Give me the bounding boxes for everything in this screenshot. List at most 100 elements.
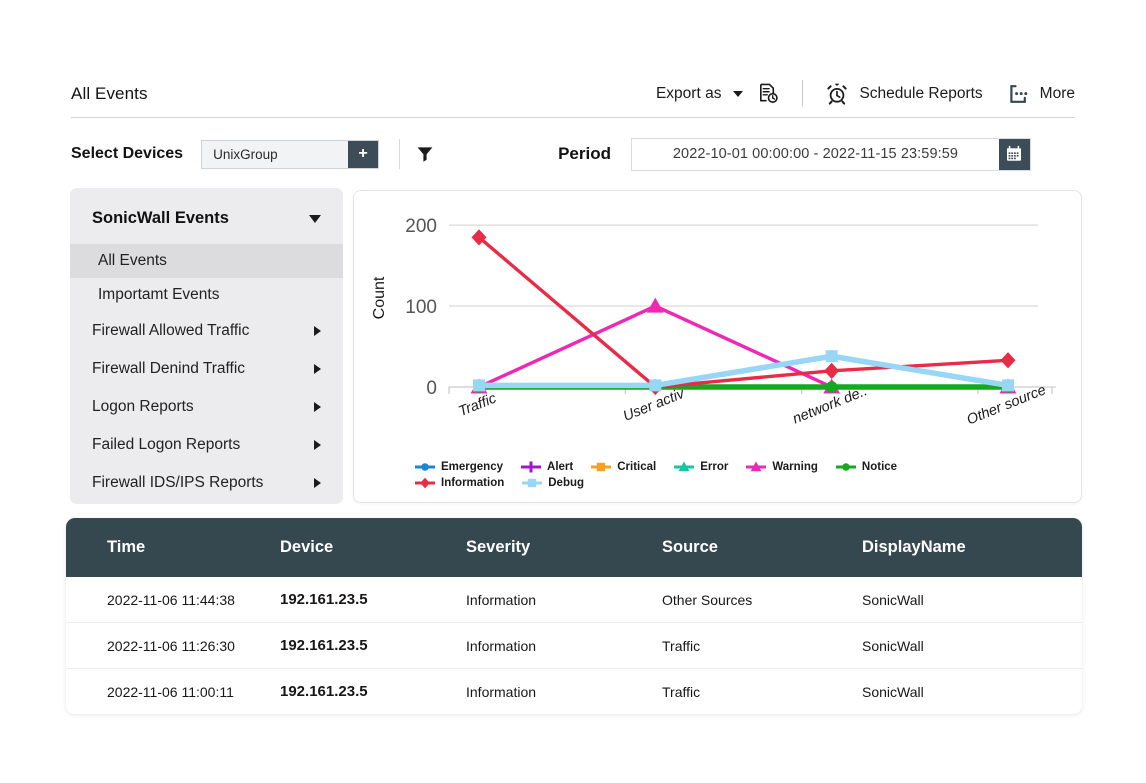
sidebar-item-firewall-ids-ips-reports[interactable]: Firewall IDS/IPS Reports: [70, 464, 343, 502]
data-point: [825, 350, 838, 363]
events-table: Time Device Severity Source DisplayName …: [66, 518, 1082, 714]
legend-swatch-icon: [415, 463, 435, 471]
column-header-severity[interactable]: Severity: [466, 518, 662, 577]
sidebar-item-firewall-denind-traffic[interactable]: Firewall Denind Traffic: [70, 350, 343, 388]
column-header-time[interactable]: Time: [66, 518, 280, 577]
cell-displayname: SonicWall: [862, 683, 924, 700]
sidebar-item-failed-logon-reports[interactable]: Failed Logon Reports: [70, 426, 343, 464]
sidebar-item-firewall-allowed-traffic[interactable]: Firewall Allowed Traffic: [70, 312, 343, 350]
sidebar-item-label: Failed Logon Reports: [92, 436, 241, 453]
sidebar-title: SonicWall Events: [92, 209, 229, 227]
data-point: [420, 477, 430, 489]
cell-time: 2022-11-06 11:00:11: [107, 683, 234, 700]
column-header-device[interactable]: Device: [280, 518, 466, 577]
legend-row: Information Debug: [414, 476, 1034, 490]
table-body: 2022-11-06 11:44:38 192.161.23.5 Informati…: [66, 577, 1082, 714]
events-line-chart: 0100200CountTraffic User activ network de.…: [371, 216, 1056, 428]
data-point: [473, 379, 485, 392]
chevron-down-icon[interactable]: [309, 214, 321, 223]
cell-source: Traffic: [662, 683, 701, 700]
legend-item-information[interactable]: Information: [414, 476, 504, 490]
cell-device: 192.161.23.5: [280, 622, 466, 669]
sidebar-header[interactable]: SonicWall Events: [70, 188, 343, 244]
calendar-icon[interactable]: [998, 138, 1030, 170]
legend-item-debug[interactable]: Debug: [521, 476, 584, 490]
export-as-button[interactable]: Export as: [656, 82, 800, 105]
sidebar-item-label: All Events: [98, 252, 167, 269]
column-header-source[interactable]: Source: [662, 518, 862, 577]
filter-bar: Select Devices UnixGroup + Period 2022-1…: [71, 134, 1075, 174]
data-point: [646, 297, 664, 313]
period-value[interactable]: 2022-10-01 00:00:00 - 2022-11-15 23:59:5…: [632, 139, 999, 170]
y-axis-title: Count: [371, 276, 388, 319]
device-selector[interactable]: UnixGroup +: [201, 139, 380, 169]
y-axis-tick-label: 200: [405, 216, 437, 237]
sidebar-item-all-events[interactable]: All Events: [70, 244, 343, 278]
legend-swatch-icon: [521, 461, 542, 473]
legend-label: Alert: [547, 461, 574, 473]
legend-row: Emergency Alert Critical Error Warning Notice: [414, 460, 1034, 474]
period-label: Period: [558, 144, 611, 163]
page-header: All Events Export as Schedule Reports Mo…: [71, 70, 1075, 118]
legend-item-error[interactable]: Error: [673, 460, 728, 474]
export-as-label-group[interactable]: Export as: [656, 85, 744, 103]
data-point: [824, 362, 840, 379]
legend-label: Information: [441, 477, 505, 489]
table-row[interactable]: 2022-11-06 11:00:11 192.161.23.5 Informati…: [66, 669, 1082, 715]
sidebar-item-label: Firewall Denind Traffic: [92, 360, 246, 377]
column-header-displayname[interactable]: DisplayName: [862, 518, 1082, 577]
document-clock-icon[interactable]: [757, 82, 780, 105]
cell-device: 192.161.23.5: [280, 683, 368, 700]
filterbar-divider: [399, 139, 401, 169]
table-header: Time Device Severity Source DisplayName: [66, 518, 1082, 577]
table-header-row: Time Device Severity Source DisplayName: [66, 518, 1082, 577]
legend-item-notice[interactable]: Notice: [835, 460, 897, 474]
period-selector-group: Period 2022-10-01 00:00:00 - 2022-11-15 …: [558, 137, 1031, 171]
cell-displayname: SonicWall: [862, 622, 1082, 669]
sidebar-item-label: Firewall Allowed Traffic: [92, 322, 250, 339]
funnel-icon[interactable]: [416, 145, 434, 163]
series-line: [477, 236, 1009, 389]
page-title: All Events: [71, 83, 148, 103]
data-point: [1000, 352, 1016, 369]
legend-item-alert[interactable]: Alert: [520, 460, 573, 474]
period-input[interactable]: 2022-10-01 00:00:00 - 2022-11-15 23:59:5…: [630, 137, 1031, 171]
device-value[interactable]: UnixGroup: [202, 141, 348, 168]
cell-displayname: SonicWall: [862, 577, 1082, 623]
table-row[interactable]: 2022-11-06 11:26:30 192.161.23.5 Informati…: [66, 622, 1082, 669]
cell-time: 2022-11-06 11:44:38: [66, 577, 280, 623]
schedule-reports-label: Schedule Reports: [859, 84, 983, 102]
legend-label: Debug: [548, 477, 585, 489]
sidebar-item-label: Firewall IDS/IPS Reports: [92, 474, 264, 491]
sidebar: SonicWall Events All Events Importamt Ev…: [70, 188, 343, 504]
schedule-reports-button[interactable]: Schedule Reports: [825, 82, 1008, 106]
legend-item-critical[interactable]: Critical: [590, 460, 656, 474]
legend-label: Critical: [617, 461, 657, 473]
cell-time: 2022-11-06 11:26:30: [66, 622, 280, 669]
legend-item-warning[interactable]: Warning: [745, 460, 818, 474]
data-point: [1002, 379, 1014, 392]
more-button[interactable]: More: [1009, 84, 1075, 104]
sidebar-item-label: Importamt Events: [98, 286, 220, 303]
chart-legend: Emergency Alert Critical Error Warning Notice…: [414, 460, 1034, 490]
sidebar-item-label: Logon Reports: [92, 398, 194, 415]
select-devices-label: Select Devices: [71, 145, 184, 162]
legend-swatch-icon: [746, 461, 767, 472]
sidebar-item-logon-reports[interactable]: Logon Reports: [70, 388, 343, 426]
data-point: [525, 461, 537, 473]
table-row[interactable]: 2022-11-06 11:44:38 192.161.23.5 Informati…: [66, 577, 1082, 623]
legend-label: Notice: [861, 461, 898, 473]
more-label: More: [1039, 84, 1075, 102]
legend-item-emergency[interactable]: Emergency: [414, 460, 503, 474]
data-point: [649, 379, 662, 392]
legend-label: Emergency: [441, 461, 504, 473]
alarm-clock-icon: [825, 82, 849, 106]
chevron-right-icon: [314, 364, 321, 374]
y-axis-tick-label: 100: [405, 297, 437, 318]
data-point: [421, 463, 429, 471]
x-axis-tick-label: Traffic: [456, 390, 499, 420]
app-page: All Events Export as Schedule Reports Mo…: [0, 0, 1146, 783]
data-point: [597, 462, 606, 472]
add-device-button[interactable]: +: [348, 140, 379, 168]
sidebar-item-importamt-events[interactable]: Importamt Events: [70, 278, 343, 312]
